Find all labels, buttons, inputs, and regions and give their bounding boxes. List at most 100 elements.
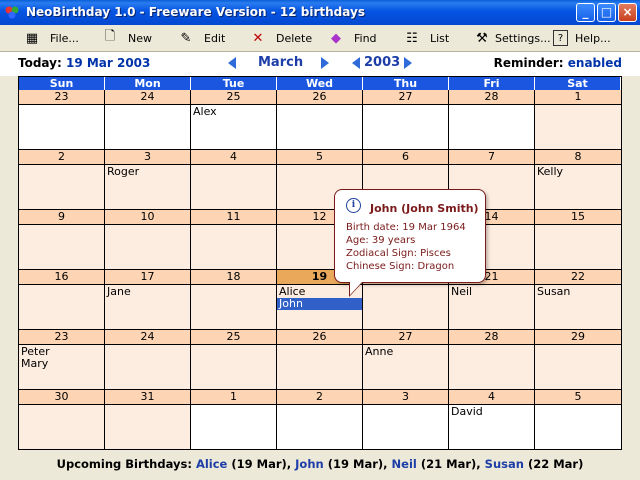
birthday-list bbox=[105, 405, 190, 407]
prev-month-arrow-icon[interactable] bbox=[228, 57, 236, 69]
next-year-arrow-icon[interactable] bbox=[404, 57, 412, 69]
day-cell[interactable]: 2 bbox=[277, 390, 363, 449]
next-month-arrow-icon[interactable] bbox=[321, 57, 329, 69]
month-label: March bbox=[258, 55, 304, 70]
birthday-list bbox=[277, 405, 362, 407]
birthday-entry[interactable]: Anne bbox=[365, 346, 446, 358]
day-number: 1 bbox=[535, 90, 621, 105]
birthday-entry[interactable]: Alex bbox=[193, 106, 274, 118]
birthday-entry[interactable]: Jane bbox=[107, 286, 188, 298]
day-cell[interactable]: 26 bbox=[277, 90, 363, 150]
birthday-list: Kelly bbox=[535, 165, 621, 179]
upcoming-label: Upcoming Birthdays: bbox=[56, 457, 192, 471]
day-cell[interactable]: 26 bbox=[277, 330, 363, 390]
upcoming-name[interactable]: Alice bbox=[196, 457, 227, 471]
day-number: 1 bbox=[191, 390, 276, 405]
file-button[interactable]: ▦ File... bbox=[22, 28, 79, 48]
day-cell[interactable]: 17 Jane bbox=[105, 270, 191, 330]
day-cell[interactable]: 8 Kelly bbox=[535, 150, 621, 210]
day-cell[interactable]: 9 bbox=[19, 210, 105, 270]
day-cell[interactable]: 23 bbox=[19, 90, 105, 150]
new-button[interactable]: 🗋 New bbox=[100, 28, 152, 48]
day-cell[interactable]: 29 bbox=[535, 330, 621, 390]
day-cell[interactable]: 24 bbox=[105, 90, 191, 150]
upcoming-name[interactable]: Susan bbox=[485, 457, 524, 471]
birthday-list bbox=[535, 105, 621, 107]
day-cell[interactable]: 31 bbox=[105, 390, 191, 449]
day-cell[interactable]: 27 bbox=[363, 90, 449, 150]
day-number: 4 bbox=[449, 390, 534, 405]
upcoming-name[interactable]: John bbox=[295, 457, 324, 471]
today-indicator: Today: 19 Mar 2003 bbox=[18, 56, 150, 70]
weekday-thu: Thu bbox=[363, 77, 449, 90]
day-cell[interactable]: 4 bbox=[191, 150, 277, 210]
day-number: 5 bbox=[535, 390, 621, 405]
day-cell[interactable]: 16 bbox=[19, 270, 105, 330]
birthday-entry[interactable]: Neil bbox=[451, 286, 532, 298]
help-label: Help... bbox=[575, 31, 611, 45]
day-number: 4 bbox=[191, 150, 276, 165]
edit-button[interactable]: ✎ Edit bbox=[176, 28, 226, 48]
help-button[interactable]: ? Help... bbox=[553, 28, 611, 48]
day-cell[interactable]: 25 bbox=[191, 330, 277, 390]
reminder-status: Reminder: enabled bbox=[494, 56, 622, 70]
birthday-list: Jane bbox=[105, 285, 190, 299]
day-cell[interactable]: 23 Peter Mary bbox=[19, 330, 105, 390]
day-number: 18 bbox=[191, 270, 276, 285]
day-number: 3 bbox=[363, 390, 448, 405]
birthday-entry[interactable]: David bbox=[451, 406, 532, 418]
day-cell[interactable]: 1 bbox=[535, 90, 621, 150]
birthday-entry[interactable]: Roger bbox=[107, 166, 188, 178]
tooltip-chinese-sign: Chinese Sign: Dragon bbox=[346, 261, 455, 272]
day-number: 25 bbox=[191, 90, 276, 105]
maximize-button[interactable]: □ bbox=[597, 3, 616, 22]
day-cell[interactable]: 28 bbox=[449, 90, 535, 150]
find-button[interactable]: ◆ Find bbox=[326, 28, 377, 48]
prev-year-arrow-icon[interactable] bbox=[352, 57, 360, 69]
birthday-entry[interactable]: John bbox=[277, 298, 362, 310]
new-document-icon: 🗋 bbox=[104, 29, 116, 44]
day-cell[interactable]: 28 bbox=[449, 330, 535, 390]
day-cell[interactable]: 18 bbox=[191, 270, 277, 330]
edit-icon: ✎ bbox=[180, 30, 192, 46]
birthday-entry[interactable]: Mary bbox=[21, 358, 102, 370]
day-cell[interactable]: 11 bbox=[191, 210, 277, 270]
today-label: Today: bbox=[18, 56, 62, 70]
day-number: 7 bbox=[449, 150, 534, 165]
day-cell[interactable]: 10 bbox=[105, 210, 191, 270]
day-cell[interactable]: 1 bbox=[191, 390, 277, 449]
day-number: 27 bbox=[363, 90, 448, 105]
table-icon: ▦ bbox=[25, 30, 39, 46]
birthday-list bbox=[19, 225, 104, 227]
title-bar[interactable]: NeoBirthday 1.0 - Freeware Version - 12 … bbox=[0, 0, 640, 25]
delete-button[interactable]: ✕ Delete bbox=[248, 28, 313, 48]
day-cell[interactable]: 2 bbox=[19, 150, 105, 210]
window-title: NeoBirthday 1.0 - Freeware Version - 12 … bbox=[26, 5, 365, 19]
day-cell[interactable]: 27 Anne bbox=[363, 330, 449, 390]
list-button[interactable]: ☷ List bbox=[402, 28, 449, 48]
day-cell[interactable]: 3 bbox=[363, 390, 449, 449]
birthday-list: Peter Mary bbox=[19, 345, 104, 371]
birthday-entry[interactable]: Kelly bbox=[537, 166, 619, 178]
day-cell[interactable]: 3 Roger bbox=[105, 150, 191, 210]
birthday-list: Neil bbox=[449, 285, 534, 299]
birthday-list bbox=[535, 225, 621, 227]
birthday-list bbox=[19, 105, 104, 107]
day-cell[interactable]: 24 bbox=[105, 330, 191, 390]
birthday-list bbox=[191, 285, 276, 287]
birthday-entry[interactable]: Susan bbox=[537, 286, 619, 298]
birthday-list bbox=[105, 105, 190, 107]
day-cell[interactable]: 15 bbox=[535, 210, 621, 270]
day-number: 17 bbox=[105, 270, 190, 285]
day-cell[interactable]: 30 bbox=[19, 390, 105, 449]
day-cell[interactable]: 5 bbox=[535, 390, 621, 449]
settings-button[interactable]: ⚒ Settings... bbox=[472, 28, 550, 48]
minimize-button[interactable]: _ bbox=[576, 3, 595, 22]
calendar-grid: Sun Mon Tue Wed Thu Fri Sat 23 24 25 Alex 26 27 28 1 2… bbox=[18, 76, 622, 450]
day-cell[interactable]: 22 Susan bbox=[535, 270, 621, 330]
day-cell[interactable]: 25 Alex bbox=[191, 90, 277, 150]
upcoming-name[interactable]: Neil bbox=[392, 457, 417, 471]
close-button[interactable]: × bbox=[618, 3, 637, 22]
day-cell[interactable]: 4 David bbox=[449, 390, 535, 449]
upcoming-date: (19 Mar) bbox=[327, 457, 384, 471]
